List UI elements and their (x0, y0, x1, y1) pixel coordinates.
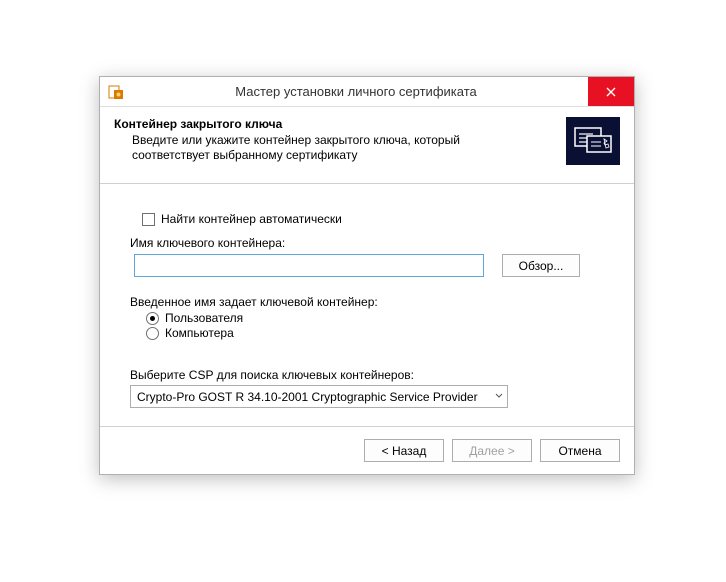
browse-button[interactable]: Обзор... (502, 254, 580, 277)
scope-user-label: Пользователя (165, 311, 243, 325)
scope-label: Введенное имя задает ключевой контейнер: (130, 295, 604, 309)
chevron-down-icon (495, 391, 503, 402)
cancel-button[interactable]: Отмена (540, 439, 620, 462)
back-button[interactable]: < Назад (364, 439, 444, 462)
scope-computer-radio[interactable] (146, 327, 159, 340)
csp-select[interactable]: Crypto-Pro GOST R 34.10-2001 Cryptograph… (130, 385, 508, 408)
container-name-label: Имя ключевого контейнера: (130, 236, 604, 250)
scope-user-radio[interactable] (146, 312, 159, 325)
app-icon (108, 84, 124, 100)
next-button[interactable]: Далее > (452, 439, 532, 462)
scope-computer-label: Компьютера (165, 326, 234, 340)
window-title: Мастер установки личного сертификата (124, 84, 588, 99)
wizard-window: Мастер установки личного сертификата Кон… (99, 76, 635, 475)
auto-find-label: Найти контейнер автоматически (161, 212, 342, 226)
scope-computer-row[interactable]: Компьютера (146, 326, 604, 340)
wizard-footer: < Назад Далее > Отмена (100, 426, 634, 474)
wizard-body: Найти контейнер автоматически Имя ключев… (100, 184, 634, 426)
titlebar: Мастер установки личного сертификата (100, 77, 634, 107)
header-subheading: Введите или укажите контейнер закрытого … (114, 133, 534, 163)
close-button[interactable] (588, 77, 634, 106)
auto-find-row[interactable]: Найти контейнер автоматически (142, 212, 604, 226)
certificate-icon (566, 117, 620, 165)
wizard-header: Контейнер закрытого ключа Введите или ук… (100, 107, 634, 184)
auto-find-checkbox[interactable] (142, 213, 155, 226)
container-name-input[interactable] (134, 254, 484, 277)
scope-user-row[interactable]: Пользователя (146, 311, 604, 325)
csp-selected-value: Crypto-Pro GOST R 34.10-2001 Cryptograph… (137, 390, 478, 404)
csp-label: Выберите CSP для поиска ключевых контейн… (130, 368, 604, 382)
header-heading: Контейнер закрытого ключа (114, 117, 558, 131)
